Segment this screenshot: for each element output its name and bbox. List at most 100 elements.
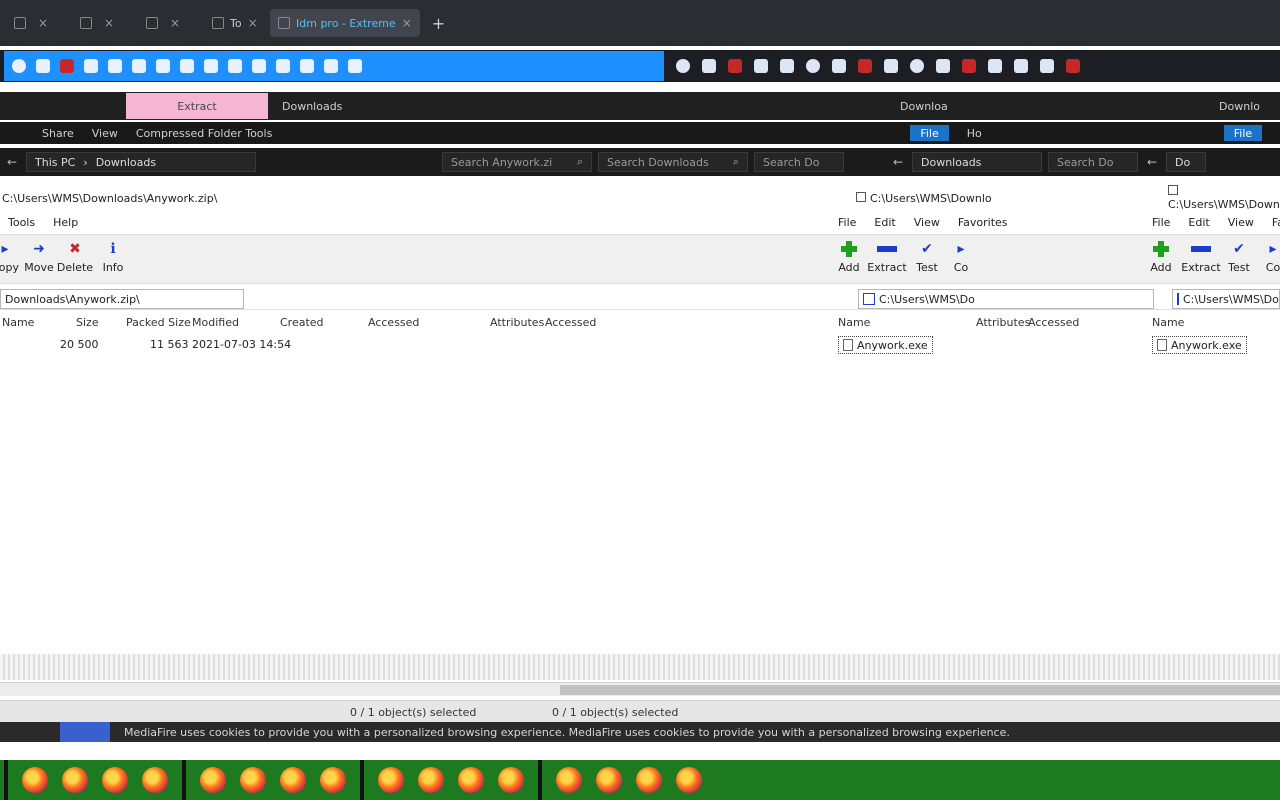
search-input[interactable]: Search Anywork.zi ⌕ [442,152,592,172]
globe-icon[interactable] [676,59,690,73]
pdf-icon[interactable] [858,59,872,73]
breadcrumb[interactable]: This PC › Downloads [26,152,256,172]
browser-tab[interactable]: × [6,9,68,37]
browser-tab[interactable]: To × [204,9,266,37]
table-row[interactable]: 20 500 11 563 2021-07-03 14:54 Anywork.e… [0,336,1280,354]
browser-tab-active[interactable]: Idm pro - Extreme × [270,9,420,37]
firefox-icon[interactable] [280,767,306,793]
breadcrumb-this-pc[interactable]: This PC [35,156,75,169]
menu-item-favorites[interactable]: Favorites [958,216,1008,229]
menu-item-favorites[interactable]: Favorites [1272,216,1280,229]
menu-item-file[interactable]: File [1152,216,1170,229]
menu-item-file[interactable]: File [838,216,856,229]
browser-tab[interactable]: × [72,9,134,37]
star-icon[interactable] [348,59,362,73]
column-header-name[interactable]: Name [2,316,34,329]
column-header-created[interactable]: Created [280,316,324,329]
back-button[interactable]: ← [1144,155,1160,169]
firefox-icon[interactable] [102,767,128,793]
pdf-icon[interactable] [962,59,976,73]
firefox-icon[interactable] [320,767,346,793]
globe-icon[interactable] [910,59,924,73]
page-icon[interactable] [36,59,50,73]
page-icon[interactable] [936,59,950,73]
page-icon[interactable] [324,59,338,73]
grid-icon[interactable] [780,59,794,73]
close-icon[interactable]: × [402,16,412,30]
copy-button[interactable]: ▸ Co [936,239,986,274]
chevron-icon[interactable] [988,59,1002,73]
horizontal-scrollbar[interactable] [0,682,1280,696]
menu-item-home[interactable]: Ho [967,127,982,140]
close-icon[interactable]: × [170,16,180,30]
breadcrumb[interactable]: Downloads [912,152,1042,172]
firefox-icon[interactable] [498,767,524,793]
back-button[interactable]: ← [4,155,20,169]
grid-icon[interactable] [300,59,314,73]
pdf-icon[interactable] [1066,59,1080,73]
column-header-attributes[interactable]: Attributes [490,316,544,329]
path-input[interactable]: C:\Users\WMS\Do [1172,289,1280,309]
menu-item-view[interactable]: View [92,127,118,140]
file-item[interactable]: Anywork.exe [1152,336,1247,354]
chevron-icon[interactable] [276,59,290,73]
firefox-icon[interactable] [636,767,662,793]
column-header-attributes[interactable]: Attributes [976,316,1030,329]
chevron-icon[interactable] [84,59,98,73]
info-button[interactable]: ℹ Info [88,239,138,274]
path-input[interactable]: C:\Users\WMS\Do [858,289,1154,309]
breadcrumb-downloads[interactable]: Downloads [921,156,981,169]
menu-item-edit[interactable]: Edit [874,216,895,229]
firefox-icon[interactable] [22,767,48,793]
page-icon[interactable] [156,59,170,73]
copy-button[interactable]: ▸ Co [1248,239,1280,274]
column-header-accessed[interactable]: Accessed [545,316,596,329]
column-header-modified[interactable]: Modified [192,316,239,329]
search-input[interactable]: Search Do [1048,152,1138,172]
column-header-packed-size[interactable]: Packed Size [126,316,191,329]
file-item[interactable]: Anywork.exe [838,336,933,354]
grid-icon[interactable] [228,59,242,73]
breadcrumb-downloads[interactable]: Downloads [96,156,156,169]
firefox-icon[interactable] [596,767,622,793]
firefox-icon[interactable] [200,767,226,793]
menu-item-compressed-folder-tools[interactable]: Compressed Folder Tools [136,127,272,140]
new-tab-button[interactable]: + [424,14,453,33]
firefox-icon[interactable] [418,767,444,793]
folder-icon[interactable] [108,59,122,73]
tab-downloads[interactable]: Downloads [268,100,356,113]
breadcrumb[interactable]: Do [1166,152,1206,172]
close-icon[interactable]: × [38,16,48,30]
close-icon[interactable]: × [248,16,258,30]
back-button[interactable]: ← [890,155,906,169]
grid-icon[interactable] [1014,59,1028,73]
column-header-name[interactable]: Name [1152,316,1184,329]
page-icon[interactable] [832,59,846,73]
search-input[interactable]: Search Do [754,152,844,172]
column-header-name[interactable]: Name [838,316,870,329]
page-icon[interactable] [204,59,218,73]
menu-item-view[interactable]: View [914,216,940,229]
path-input[interactable]: Downloads\Anywork.zip\ [0,289,244,309]
close-icon[interactable]: × [104,16,114,30]
grid-icon[interactable] [180,59,194,73]
column-header-size[interactable]: Size [76,316,99,329]
menu-item-tools[interactable]: Tools [8,216,35,229]
firefox-icon[interactable] [378,767,404,793]
grid-icon[interactable] [132,59,146,73]
globe-icon[interactable] [12,59,26,73]
firefox-icon[interactable] [240,767,266,793]
pdf-icon[interactable] [60,59,74,73]
search-input[interactable]: Search Downloads ⌕ [598,152,748,172]
firefox-icon[interactable] [676,767,702,793]
file-menu-button[interactable]: File [1223,125,1263,141]
globe-icon[interactable] [806,59,820,73]
page-icon[interactable] [702,59,716,73]
menu-item-share[interactable]: Share [42,127,74,140]
menu-item-help[interactable]: Help [53,216,78,229]
chevron-icon[interactable] [884,59,898,73]
file-menu-button[interactable]: File [910,125,949,141]
firefox-icon[interactable] [458,767,484,793]
firefox-icon[interactable] [62,767,88,793]
browser-tab[interactable]: × [138,9,200,37]
